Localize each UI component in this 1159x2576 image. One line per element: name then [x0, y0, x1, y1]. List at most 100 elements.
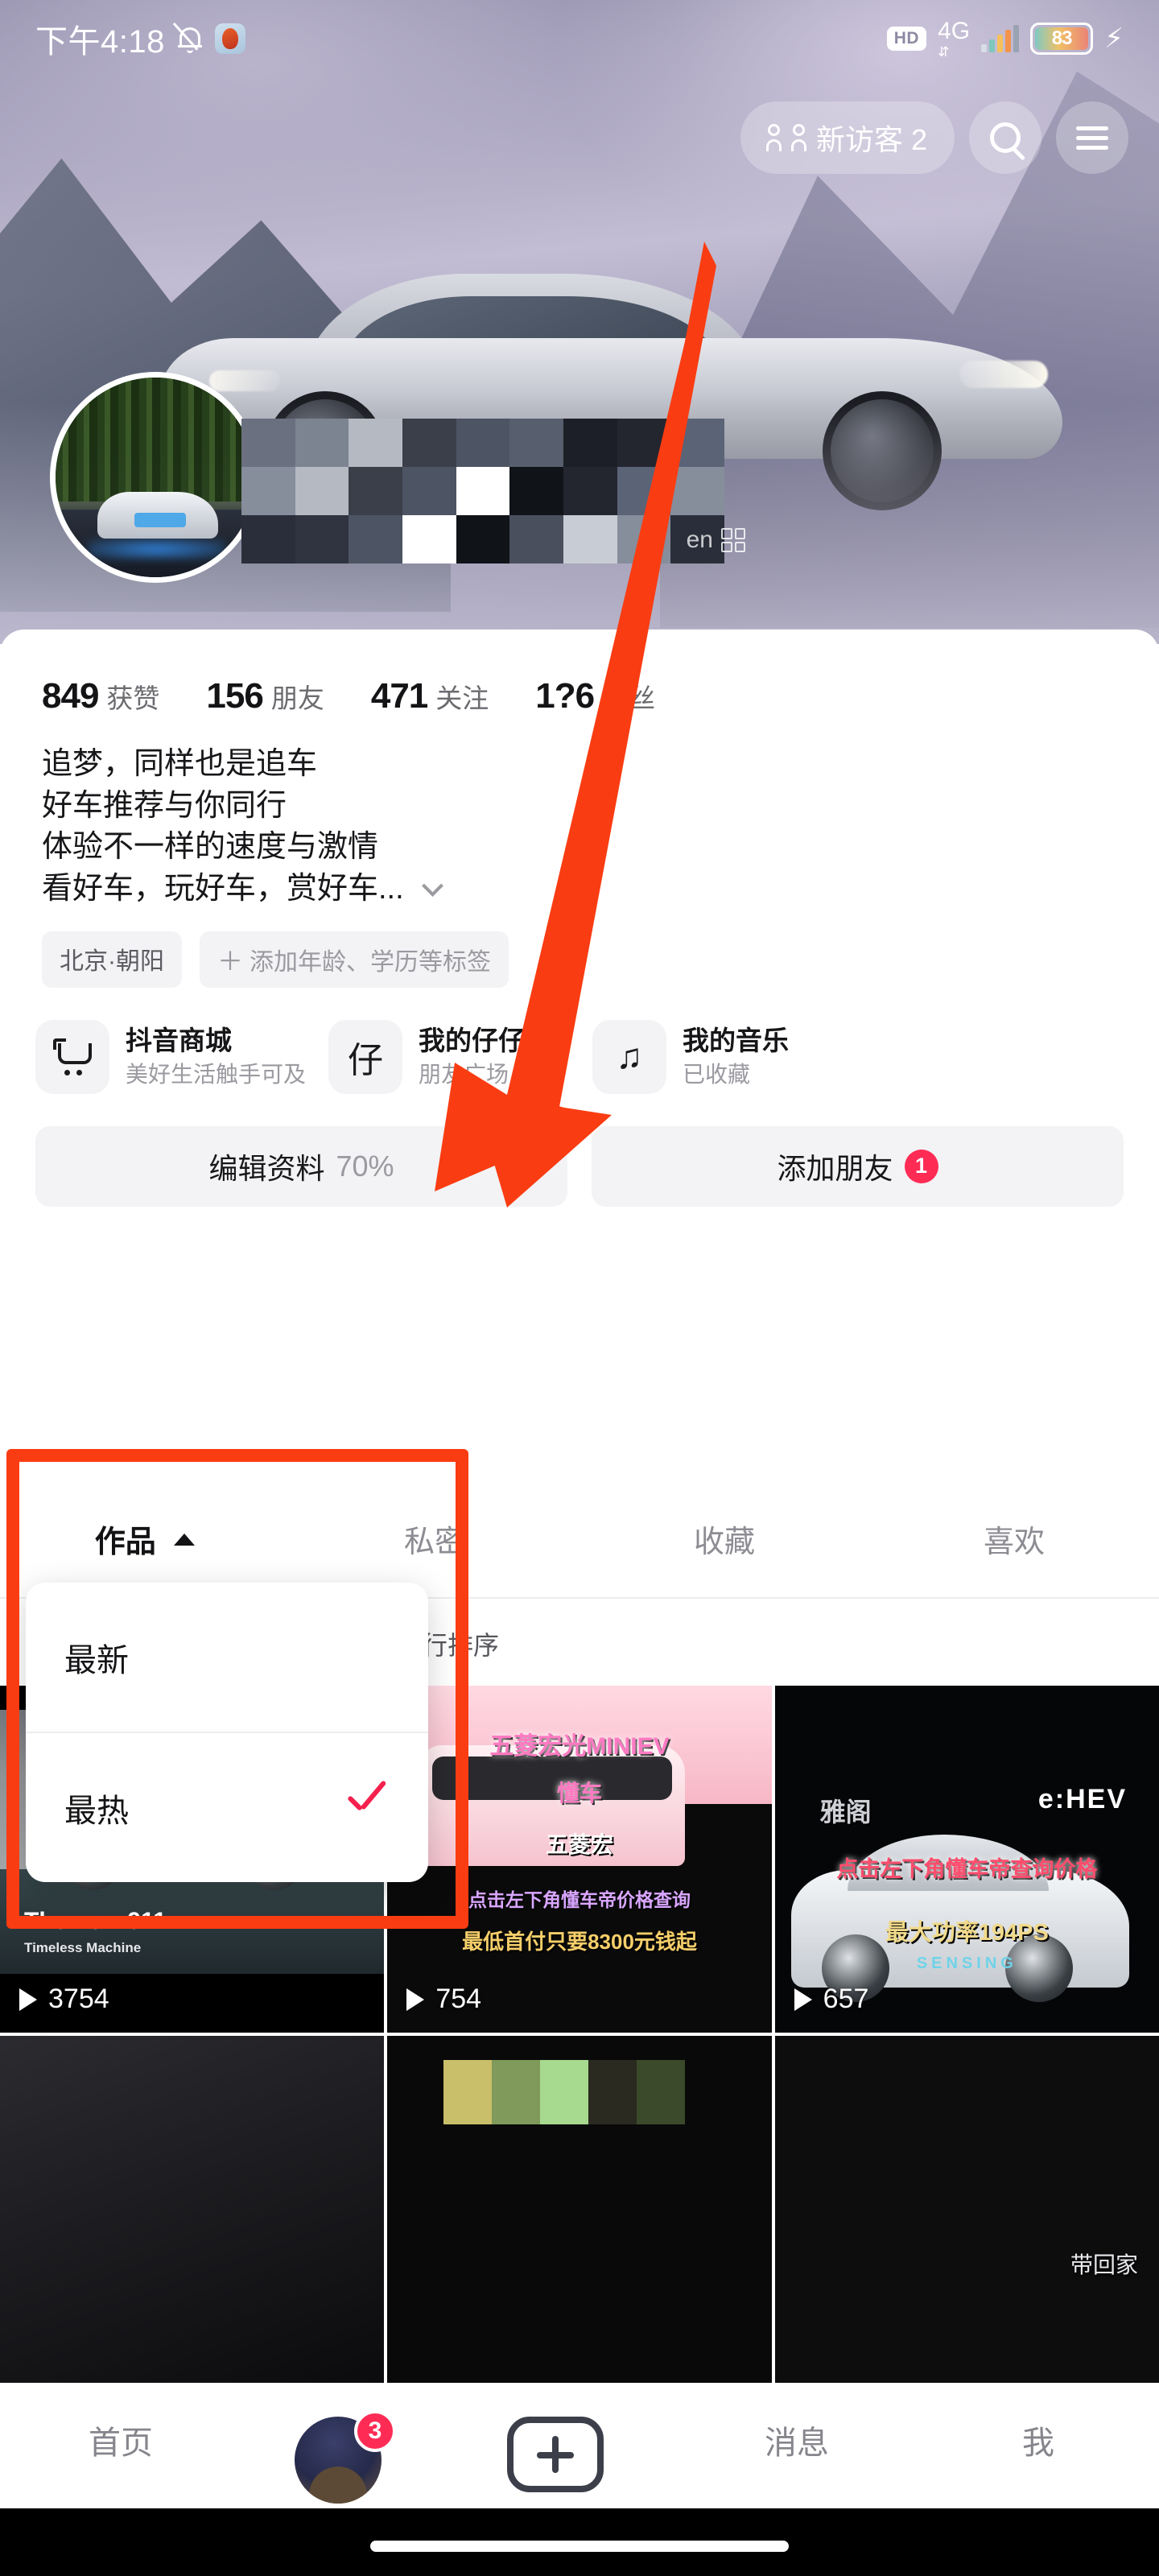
profile-stats-row: 849 获赞 156 朋友 471 关注 1?6 粉丝 — [0, 630, 1159, 716]
service-title: 我的仔仔 — [419, 1025, 526, 1055]
content-tabs: 作品 私密 收藏 喜欢 — [0, 1478, 1159, 1599]
nav-friends[interactable]: 3 — [282, 2410, 396, 2504]
nav-me[interactable]: 我 — [958, 2417, 1119, 2463]
nav-messages[interactable]: 消息 — [716, 2417, 877, 2463]
nav-badge: 3 — [354, 2410, 396, 2452]
service-card-zaizai[interactable]: 仔 我的仔仔 朋友广场 — [328, 1019, 570, 1094]
stat-following[interactable]: 471 关注 — [371, 676, 489, 716]
video-play-count: 657 — [794, 1984, 869, 2015]
profile-bio[interactable]: 追梦，同样也是追车 好车推荐与你同行 体验不一样的速度与激情 看好车，玩好车，赏… — [0, 716, 1159, 910]
video-cell[interactable]: 五菱宏光MINIEV 懂车 五菱宏 点击左下角懂车帝价格查询 最低首付只要830… — [387, 1686, 772, 2033]
bio-line: 好车推荐与你同行 — [42, 788, 287, 823]
video-cell[interactable] — [0, 2036, 385, 2383]
data-arrows-icon: ⇵ — [938, 43, 949, 60]
app-notification-icon — [214, 23, 245, 54]
status-bar-right: HD 4G ⇵ 83 ⚡ — [886, 19, 1124, 60]
menu-button[interactable] — [1056, 101, 1128, 174]
nav-home[interactable]: 首页 — [40, 2417, 201, 2463]
sort-option-hottest[interactable]: 最热 — [26, 1733, 428, 1882]
video-caption-tip: 点击左下角懂车帝价格查询 — [468, 1889, 691, 1910]
hamburger-menu-icon — [1076, 121, 1108, 155]
lightning-bolt-icon: ⚡ — [1104, 23, 1124, 54]
service-cards-row: 抖音商城 美好生活触手可及 仔 我的仔仔 朋友广场 ♫ 我的音乐 已收藏 — [0, 988, 1159, 1094]
video-caption: 带回家 — [1070, 2252, 1138, 2277]
tab-favorites[interactable]: 收藏 — [580, 1517, 869, 1561]
bio-line: 体验不一样的速度与激情 — [42, 830, 379, 865]
people-icon — [765, 124, 806, 151]
new-visitors-label: 新访客 2 — [815, 123, 927, 156]
video-caption: The new 911 — [24, 1908, 167, 1934]
tag-location[interactable]: 北京·朝阳 — [42, 931, 182, 988]
search-icon — [990, 122, 1021, 153]
service-card-music[interactable]: ♫ 我的音乐 已收藏 — [592, 1019, 834, 1094]
music-note-icon: ♫ — [592, 1019, 667, 1094]
add-friend-label: 添加朋友 — [777, 1151, 893, 1185]
tab-private[interactable]: 私密 — [290, 1517, 580, 1561]
sort-option-label: 最热 — [64, 1793, 129, 1829]
bio-line-truncated: 看好车，玩好车，赏好车... — [42, 869, 1159, 910]
status-bar-left: 下午4:18 — [35, 15, 245, 62]
service-card-mall[interactable]: 抖音商城 美好生活触手可及 — [35, 1019, 307, 1094]
chevron-down-icon[interactable] — [422, 875, 444, 897]
tab-likes[interactable]: 喜欢 — [869, 1517, 1159, 1561]
service-subtitle: 朋友广场 — [419, 1062, 509, 1088]
add-friend-button[interactable]: 添加朋友 1 — [592, 1125, 1124, 1207]
tab-works-label: 作品 — [94, 1525, 156, 1559]
home-indicator[interactable] — [370, 2541, 789, 2552]
video-play-count: 754 — [406, 1984, 481, 2015]
profile-sheet: 849 获赞 156 朋友 471 关注 1?6 粉丝 追梦，同样也是追车 好车… — [0, 630, 1159, 1475]
zaizai-icon: 仔 — [328, 1019, 403, 1094]
check-icon — [344, 1794, 390, 1822]
service-title: 我的音乐 — [683, 1025, 790, 1055]
play-count-value: 657 — [823, 1984, 869, 2014]
cover-action-bar: 新访客 2 — [740, 101, 1128, 174]
tag-add-label: 添加年龄、学历等标签 — [250, 948, 492, 976]
service-title: 抖音商城 — [126, 1025, 232, 1055]
tab-works[interactable]: 作品 — [0, 1517, 290, 1561]
signal-bars-icon — [981, 25, 1020, 52]
bell-off-icon — [172, 23, 204, 53]
video-caption: 雅阁 — [819, 1798, 872, 1827]
qr-label: en — [686, 526, 713, 553]
stat-likes[interactable]: 849 获赞 — [42, 676, 159, 716]
video-cell[interactable]: 雅阁 e:HEV 点击左下角懂车帝查询价格 最大功率194PS SENSING … — [774, 1686, 1159, 2033]
play-count-value: 3754 — [48, 1984, 109, 2014]
profile-tags-row: 北京·朝阳 ＋添加年龄、学历等标签 — [0, 910, 1159, 988]
avatar[interactable] — [50, 372, 261, 583]
video-cell[interactable] — [387, 2036, 772, 2383]
video-caption-tip: 点击左下角懂车帝查询价格 — [836, 1857, 1098, 1881]
search-button[interactable] — [969, 101, 1041, 174]
video-cell[interactable]: 带回家 — [774, 2036, 1159, 2383]
edit-profile-label: 编辑资料 — [208, 1151, 325, 1185]
stat-followers[interactable]: 1?6 粉丝 — [535, 676, 655, 716]
video-caption-power: 最大功率194PS — [885, 1920, 1049, 1946]
username-masked[interactable]: en — [241, 419, 745, 564]
nav-create[interactable] — [475, 2417, 636, 2492]
video-caption-price: 最低首付只要8300元钱起 — [462, 1930, 697, 1954]
tag-add-info[interactable]: ＋添加年龄、学历等标签 — [200, 931, 509, 988]
mosaic-overlay — [241, 419, 724, 564]
status-bar: 下午4:18 HD 4G ⇵ 83 ⚡ — [0, 0, 1159, 77]
edit-profile-button[interactable]: 编辑资料 70% — [35, 1125, 567, 1207]
caret-up-icon — [174, 1533, 196, 1546]
service-subtitle: 美好生活触手可及 — [126, 1062, 307, 1088]
video-caption-sensing: SENSING — [916, 1955, 1017, 1972]
status-time: 下午4:18 — [35, 24, 165, 60]
stat-friends[interactable]: 156 朋友 — [206, 676, 324, 716]
play-icon — [794, 1988, 812, 2011]
sort-option-newest[interactable]: 最新 — [26, 1583, 428, 1732]
add-friend-badge: 1 — [904, 1149, 938, 1183]
video-caption-sub: Timeless Machine — [24, 1940, 142, 1955]
video-caption-brand: 五菱宏 — [545, 1832, 613, 1857]
mosaic-overlay — [443, 2060, 686, 2124]
new-visitors-pill[interactable]: 新访客 2 — [740, 101, 955, 174]
hd-badge: HD — [886, 27, 927, 51]
home-indicator-area — [0, 2508, 1159, 2576]
qr-code-entry[interactable]: en — [687, 526, 745, 554]
video-caption: 五菱宏光MINIEV — [489, 1733, 670, 1760]
plus-icon — [507, 2417, 604, 2492]
bio-line-text: 看好车，玩好车，赏好车... — [42, 872, 404, 906]
sort-option-label: 最新 — [64, 1642, 129, 1678]
battery-indicator: 83 — [1030, 23, 1094, 55]
profile-action-buttons: 编辑资料 70% 添加朋友 1 — [0, 1094, 1159, 1207]
